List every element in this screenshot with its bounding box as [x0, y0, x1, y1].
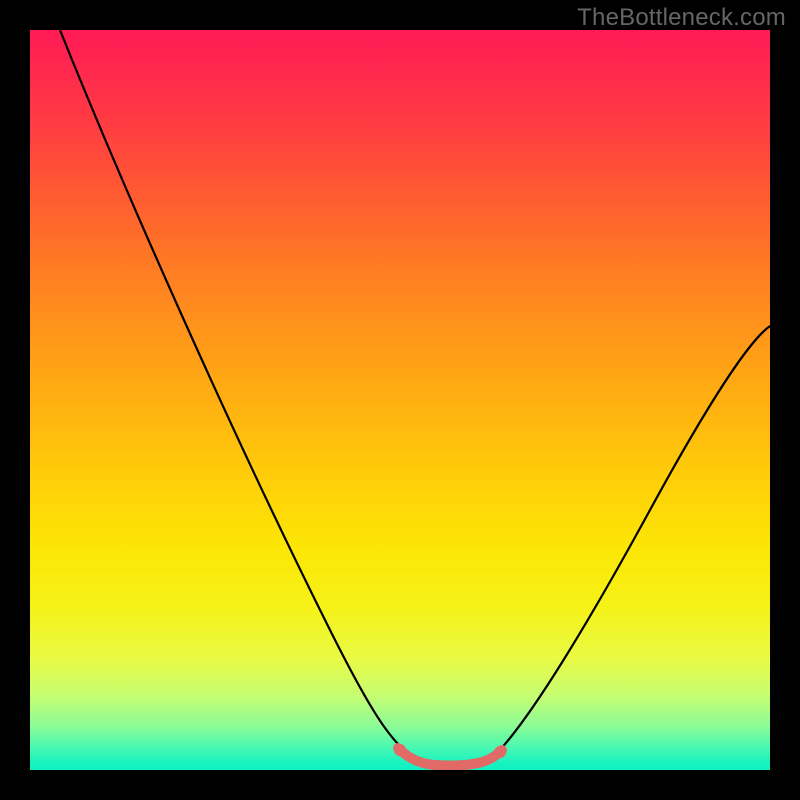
plot-frame — [30, 30, 770, 770]
bottleneck-curve — [60, 30, 770, 766]
highlight-start-dot — [394, 744, 406, 756]
highlight-end-dot — [494, 746, 506, 758]
watermark-text: TheBottleneck.com — [577, 4, 786, 32]
chart-container: TheBottleneck.com — [0, 0, 800, 800]
curve-layer — [30, 30, 770, 770]
plot-area — [30, 30, 770, 770]
highlight-segment — [398, 748, 502, 766]
